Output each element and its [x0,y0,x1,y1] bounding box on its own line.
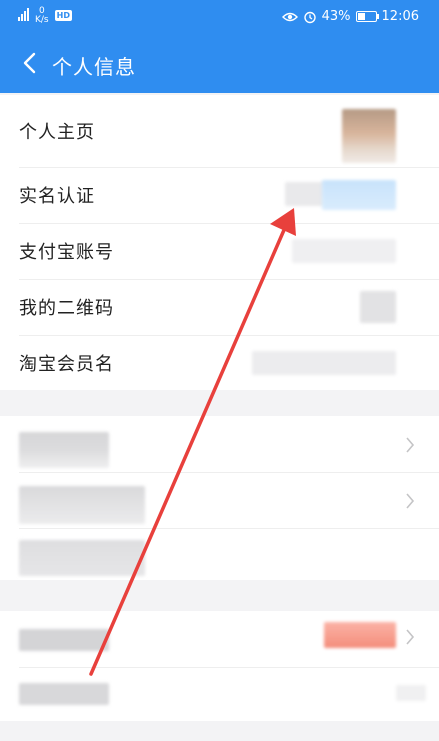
settings-card [0,416,439,580]
account-redacted [292,239,396,263]
status-left: 0 K/s HD [18,7,72,25]
label-redacted [19,486,145,524]
row-personal-homepage[interactable]: 个人主页 [0,95,439,167]
chevron-left-icon [22,52,36,78]
clock: 12:06 [381,9,419,24]
network-speed: 0 K/s [35,7,49,25]
value-redacted [396,685,426,701]
row-alipay-account[interactable]: 支付宝账号 [0,223,439,279]
status-bar: 0 K/s HD 43% 12:06 [0,0,439,36]
list-item[interactable] [0,528,439,580]
row-real-name-auth[interactable]: 实名认证 [0,167,439,223]
signal-icon [18,7,29,21]
alarm-icon [303,10,317,24]
page-title: 个人信息 [52,55,136,79]
chevron-right-icon [405,437,419,453]
label-redacted [19,432,109,468]
label-redacted [19,683,109,705]
hd-badge: HD [54,10,72,21]
eye-icon [281,11,298,23]
list-item[interactable] [0,472,439,528]
row-taobao-member-name[interactable]: 淘宝会员名 [0,335,439,390]
row-label: 个人主页 [19,122,95,143]
row-label: 实名认证 [19,186,95,207]
profile-card: 个人主页 实名认证 支付宝账号 我的二维码 淘宝会员名 [0,95,439,390]
battery-percent: 43% [321,9,351,24]
avatar [342,109,396,163]
row-label: 我的二维码 [19,298,114,319]
qr-code-redacted [360,291,396,323]
value-redacted [324,622,396,648]
list-item[interactable] [0,416,439,472]
status-right: 43% 12:06 [281,9,419,24]
row-label: 支付宝账号 [19,242,114,263]
network-speed-unit: K/s [35,15,49,25]
label-redacted [19,629,109,651]
chevron-right-icon [405,493,419,509]
nav-bar: 个人信息 [0,40,439,90]
member-name-redacted [252,351,396,375]
list-item[interactable] [0,667,439,721]
label-redacted [19,540,145,576]
auth-status-redacted [285,182,325,206]
back-button[interactable] [14,50,44,80]
battery-icon [355,11,379,22]
auth-badge-redacted [322,180,396,210]
extra-card [0,611,439,721]
row-label: 淘宝会员名 [19,353,114,375]
list-item[interactable] [0,611,439,667]
chevron-right-icon [405,629,419,645]
row-my-qr-code[interactable]: 我的二维码 [0,279,439,335]
